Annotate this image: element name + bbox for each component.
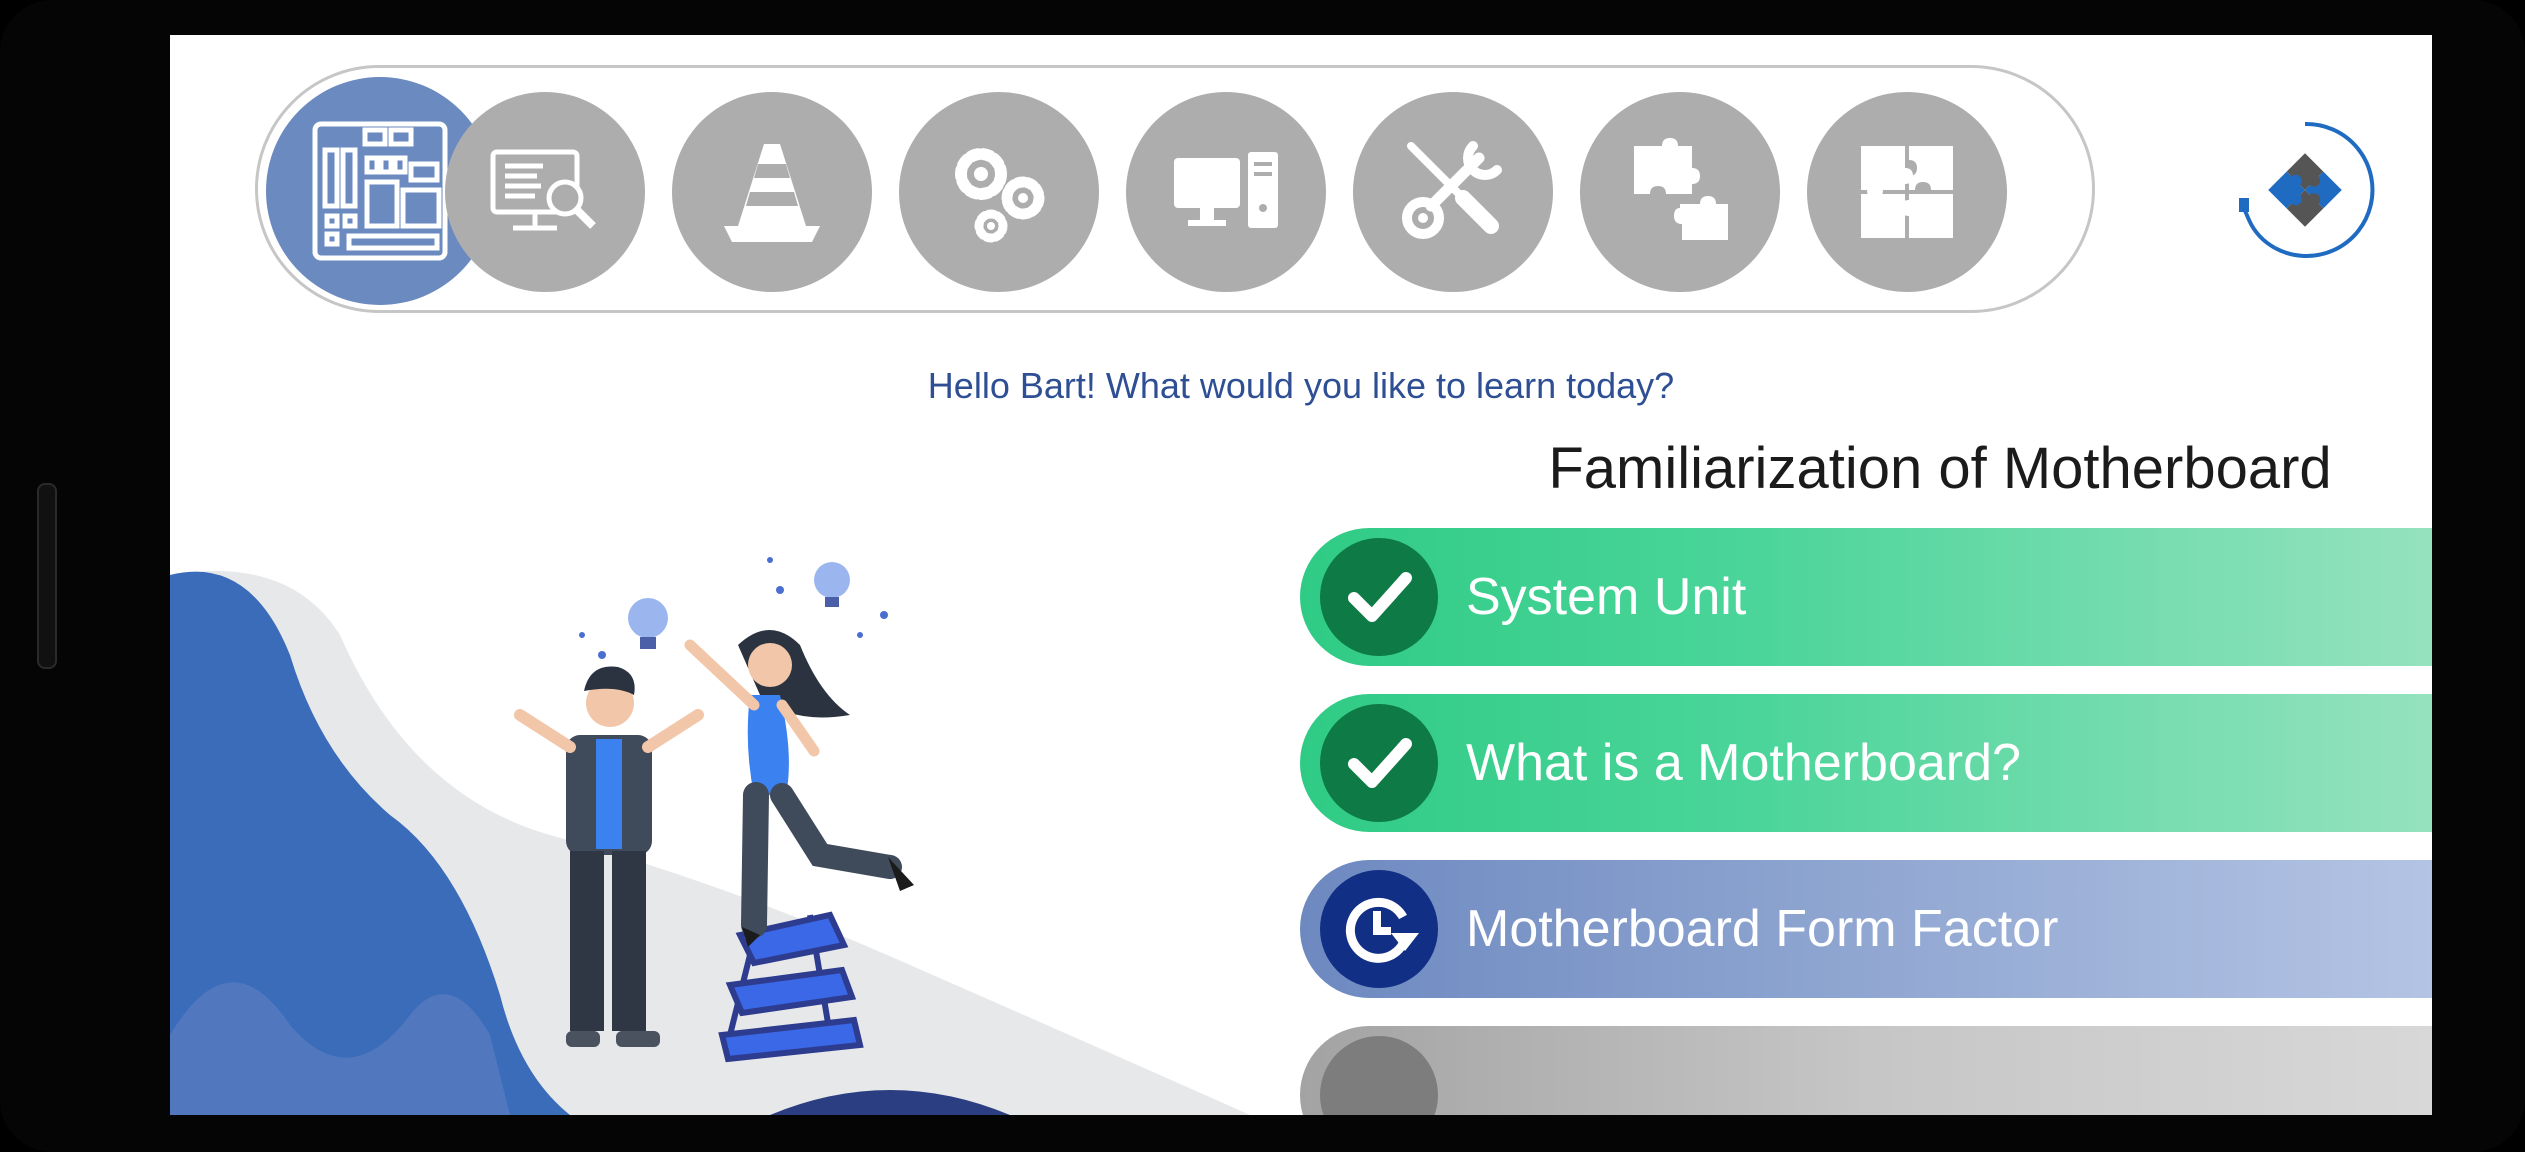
- monitor-magnifier-icon: [490, 149, 596, 231]
- greeting-text: Hello Bart! What would you like to learn…: [927, 365, 1675, 406]
- app-logo[interactable]: [2235, 120, 2375, 260]
- puzzle-complete-icon: [1861, 146, 1953, 238]
- nav-assembly-button[interactable]: [1580, 92, 1780, 292]
- screwdriver-wrench-icon: [1402, 141, 1502, 239]
- topic-form-factor[interactable]: Motherboard Form Factor: [1300, 860, 2432, 998]
- learning-illustration: [170, 557, 1250, 1115]
- app-screen: Hello Bart! What would you like to learn…: [170, 35, 2432, 1115]
- desktop-computer-icon: [1174, 152, 1278, 228]
- topic-label: What is a Motherboard?: [1466, 734, 2021, 792]
- nav-computer-button[interactable]: [1126, 92, 1326, 292]
- puzzle-cable-logo-icon: [2239, 121, 2375, 258]
- nav-inspection-button[interactable]: [445, 92, 645, 292]
- nav-challenge-button[interactable]: [1807, 92, 2007, 292]
- idea-bulb-icon: [814, 562, 850, 607]
- puzzle-pieces-icon: [1634, 138, 1728, 240]
- topic-locked[interactable]: [1300, 1026, 2432, 1115]
- topic-system-unit[interactable]: System Unit: [1300, 528, 2432, 666]
- topic-what-is-motherboard[interactable]: What is a Motherboard?: [1300, 694, 2432, 832]
- gears-icon: [955, 148, 1045, 243]
- motherboard-icon: [312, 121, 448, 261]
- nav-safety-button[interactable]: [672, 92, 872, 292]
- topic-label: Motherboard Form Factor: [1466, 900, 2059, 958]
- traffic-cone-icon: [724, 144, 820, 242]
- phone-side-button: [37, 483, 57, 669]
- lesson-title: Familiarization of Motherboard: [1548, 436, 2332, 501]
- idea-bulb-icon: [628, 598, 668, 649]
- nav-tools-button[interactable]: [1353, 92, 1553, 292]
- nav-processes-button[interactable]: [899, 92, 1099, 292]
- topic-label: System Unit: [1466, 568, 1747, 626]
- phone-frame: Hello Bart! What would you like to learn…: [0, 0, 2525, 1152]
- step-ladder: [718, 911, 864, 1063]
